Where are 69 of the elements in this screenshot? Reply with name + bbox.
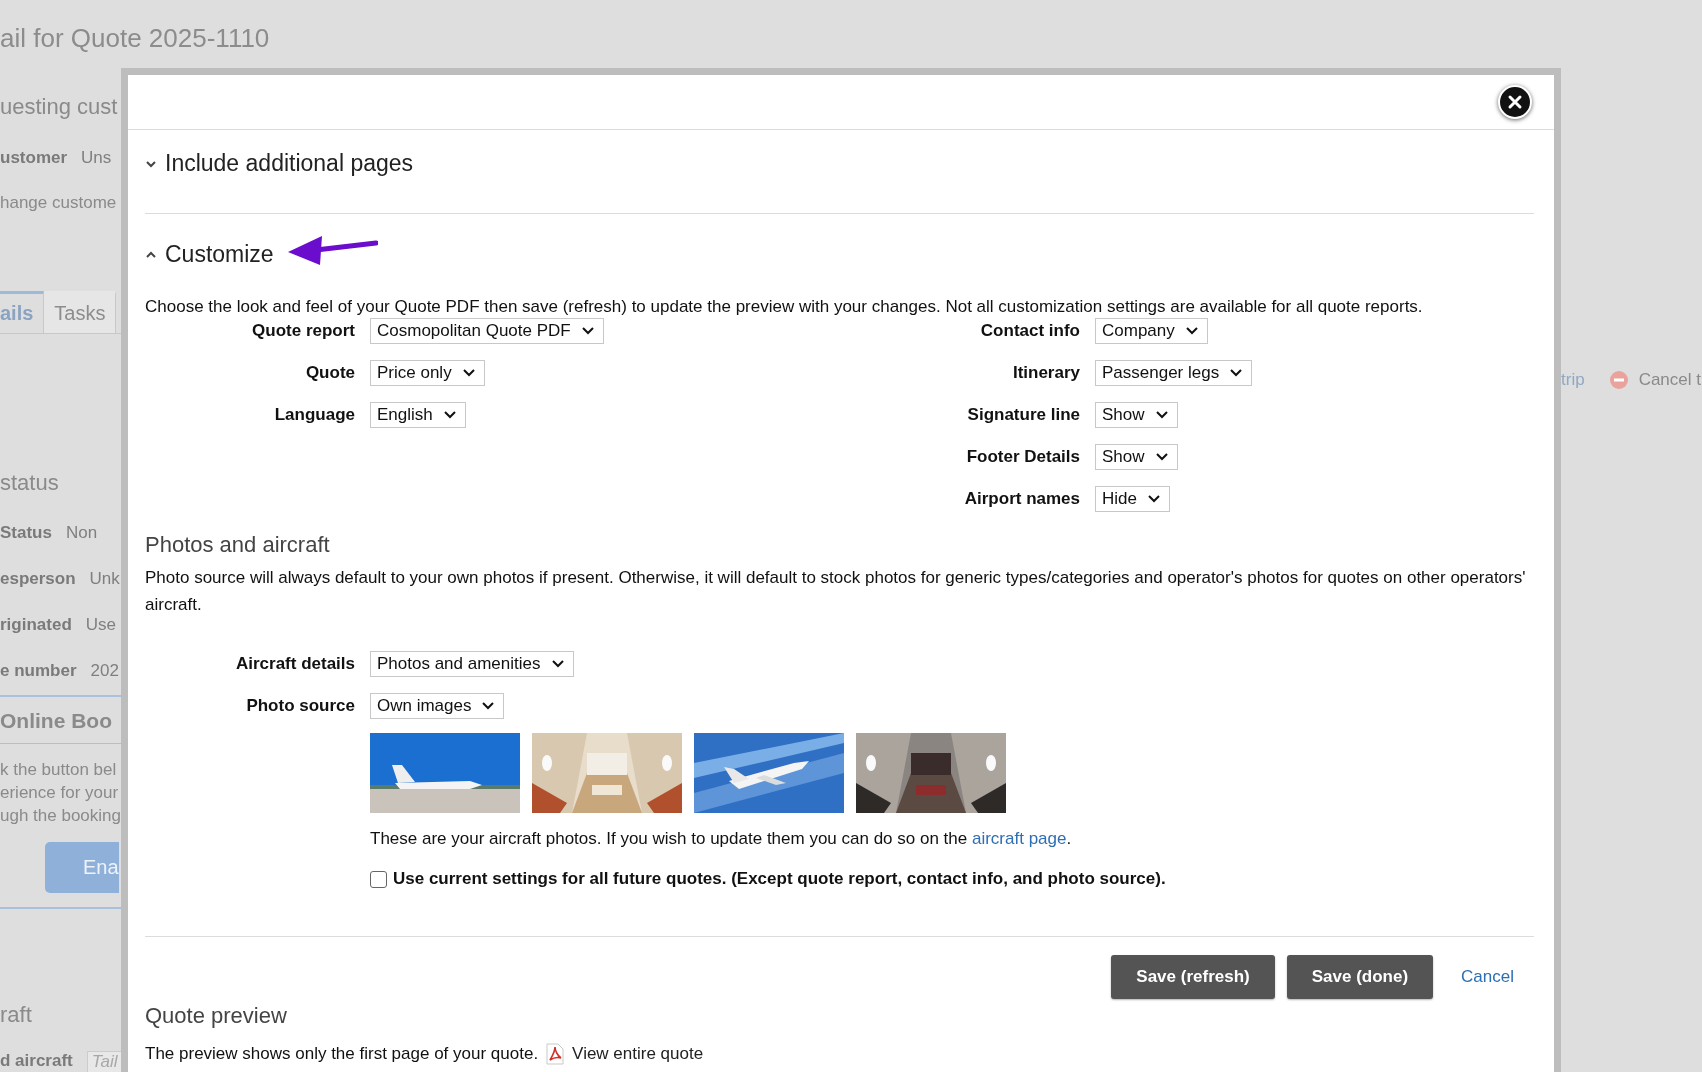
- dropdown[interactable]: Company: [1095, 318, 1208, 344]
- chevron-icon: [145, 249, 157, 260]
- close-icon: [1507, 94, 1523, 110]
- field-label: Airport names: [963, 489, 1080, 509]
- field-label: Itinerary: [1011, 363, 1080, 383]
- dropdown[interactable]: Hide: [1095, 486, 1170, 512]
- close-button[interactable]: [1498, 85, 1532, 119]
- dropdown[interactable]: Show: [1095, 444, 1178, 470]
- description: Photo source will always default to your own photos if present. Otherwise, it will default to stock photos for generic types/categories and operator's photos for quotes on other operators' aircraft.: [145, 567, 1527, 616]
- pdf-icon: [545, 1043, 566, 1065]
- preview-text: The preview shows only the first page of your quote.: [145, 1044, 539, 1064]
- description: Choose the look and feel of your Quote PDF then save (refresh) to update the preview with your changes. Not all customization settings are available for all quote reports.: [145, 296, 1424, 318]
- field-value: Uns: [81, 148, 112, 168]
- section-toggle[interactable]: Include additional pages: [145, 150, 414, 177]
- caret-icon: [1146, 494, 1161, 504]
- field-label: Signature line: [966, 405, 1080, 425]
- dropdown[interactable]: Price only: [370, 360, 485, 386]
- field-label: d aircraft: [0, 1051, 73, 1072]
- field-label: e number: [0, 661, 77, 681]
- section-heading: raft: [0, 1001, 33, 1029]
- dropdown[interactable]: Show: [1095, 402, 1178, 428]
- section-heading: Quote preview: [145, 1003, 288, 1029]
- checkbox[interactable]: [370, 870, 387, 888]
- caret-icon: [461, 368, 476, 378]
- cancel-link[interactable]: Cancel: [1461, 967, 1514, 987]
- caret-icon: [1154, 410, 1169, 420]
- field-label: Language: [273, 405, 355, 425]
- caret-icon: [580, 326, 595, 336]
- field-label: Footer Details: [965, 447, 1080, 467]
- caret-icon: [1229, 368, 1244, 378]
- minus-circle-icon: [1608, 370, 1629, 390]
- caret-icon: [550, 659, 565, 669]
- field-label: Photo source: [245, 696, 355, 716]
- caret-icon: [481, 701, 496, 711]
- field-label: riginated: [0, 615, 72, 635]
- dropdown[interactable]: Own images: [370, 693, 505, 719]
- save-button[interactable]: Save (refresh): [1111, 955, 1275, 999]
- section-heading: Photos and aircraft: [145, 532, 331, 558]
- dropdown[interactable]: English: [370, 402, 466, 428]
- panel-text: k the button bel: [0, 759, 118, 781]
- field-value: Use: [85, 615, 117, 635]
- field-label: ustomer: [0, 148, 68, 168]
- field-value: Non: [65, 523, 98, 543]
- field-label: Aircraft details: [234, 654, 355, 674]
- field-label: Quote report: [251, 321, 355, 341]
- field-label: Contact info: [979, 321, 1080, 341]
- panel-text: ugh the booking: [0, 805, 121, 827]
- panel-text: erience for your: [0, 782, 120, 804]
- section-toggle[interactable]: Customize: [145, 241, 274, 268]
- field-label: esperson: [0, 569, 76, 589]
- save-button[interactable]: Save (done): [1286, 955, 1434, 999]
- section-heading: uesting cust: [0, 93, 119, 121]
- field-label: Quote: [304, 363, 355, 383]
- field-value: 202: [90, 661, 119, 681]
- dropdown[interactable]: Passenger legs: [1095, 360, 1253, 386]
- aircraft-page-link[interactable]: aircraft page: [971, 829, 1067, 848]
- dropdown[interactable]: Cosmopolitan Quote PDF: [370, 318, 604, 344]
- checkbox-label: Use current settings for all future quotes. (Except quote report, contact info, and photo source).: [393, 869, 1166, 889]
- field-label: Status: [0, 523, 52, 543]
- photos-note: These are your aircraft photos. If you wish to update them you can do so on the aircraft page.: [370, 829, 1073, 849]
- page-title: ail for Quote 2025-1110: [0, 22, 271, 55]
- view-quote-link[interactable]: View entire quote: [572, 1044, 704, 1064]
- caret-icon: [1184, 326, 1199, 336]
- field-value: Unk: [89, 569, 120, 589]
- section-heading: status: [0, 469, 60, 497]
- caret-icon: [1154, 452, 1169, 462]
- dropdown[interactable]: Photos and amenities: [370, 651, 574, 677]
- caret-icon: [442, 410, 457, 420]
- chevron-icon: [145, 158, 157, 169]
